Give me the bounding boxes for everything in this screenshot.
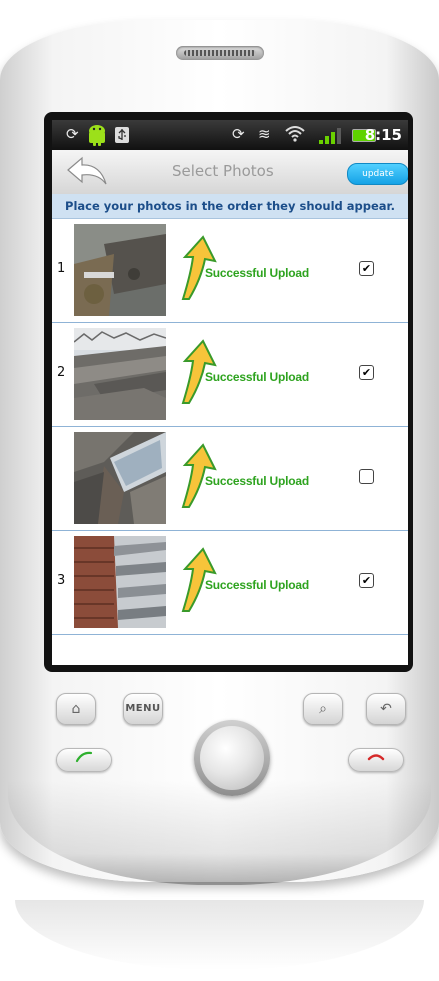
upload-status: Successful Upload — [205, 370, 309, 384]
photo-checkbox[interactable] — [359, 469, 374, 484]
row-number: 1 — [57, 261, 66, 276]
photo-thumbnail[interactable] — [74, 328, 166, 420]
usb-icon — [114, 126, 130, 148]
row-number: 3 — [57, 573, 66, 588]
home-icon: ⌂ — [71, 701, 81, 717]
back-arrow-icon[interactable] — [64, 156, 110, 188]
home-button[interactable]: ⌂ — [56, 693, 96, 725]
end-call-button[interactable] — [348, 748, 404, 772]
update-button[interactable]: update — [347, 163, 408, 185]
search-icon: ⌕ — [319, 701, 327, 717]
instructions-banner: Place your photos in the order they shou… — [52, 194, 408, 219]
trackball[interactable] — [200, 726, 264, 790]
android-icon — [86, 123, 108, 151]
phone-red-icon — [367, 754, 385, 761]
search-button[interactable]: ⌕ — [303, 693, 343, 725]
back-button[interactable]: ↶ — [366, 693, 406, 725]
status-bar: ⟳ ⟳ ≋ 8:15 — [52, 120, 408, 150]
status-time: 8:15 — [364, 126, 402, 144]
upload-status: Successful Upload — [205, 474, 309, 488]
photo-row[interactable]: 3 Successful Upload ✔ — [52, 531, 408, 635]
title-bar: Select Photos update — [52, 150, 408, 194]
signal-icon — [317, 128, 343, 144]
phone-green-icon — [75, 751, 93, 763]
back-icon: ↶ — [380, 701, 392, 717]
earpiece-speaker — [176, 46, 264, 60]
upload-status: Successful Upload — [205, 578, 309, 592]
sync-icon-2: ⟳ — [232, 125, 245, 143]
wifi-icon — [284, 125, 306, 147]
photo-row[interactable]: Successful Upload — [52, 427, 408, 531]
photo-checkbox[interactable]: ✔ — [359, 573, 374, 588]
sync-icon: ⟳ — [66, 125, 79, 143]
photo-checkbox[interactable]: ✔ — [359, 365, 374, 380]
phone-reflection — [15, 900, 424, 970]
row-number: 2 — [57, 365, 66, 380]
photo-checkbox[interactable]: ✔ — [359, 261, 374, 276]
photo-thumbnail[interactable] — [74, 432, 166, 524]
photo-thumbnail[interactable] — [74, 536, 166, 628]
vibrate-icon: ≋ — [258, 125, 271, 143]
photo-thumbnail[interactable] — [74, 224, 166, 316]
page-title: Select Photos — [172, 162, 274, 180]
phone-screen: ⟳ ⟳ ≋ 8:15 Select Photos update Place yo… — [52, 120, 408, 665]
call-button[interactable] — [56, 748, 112, 772]
upload-status: Successful Upload — [205, 266, 309, 280]
photo-row[interactable]: 2 Successful Upload ✔ — [52, 323, 408, 427]
trackball-ring — [194, 720, 270, 796]
photo-row[interactable]: 1 Successful Upload ✔ — [52, 219, 408, 323]
menu-button[interactable]: MENU — [123, 693, 163, 725]
